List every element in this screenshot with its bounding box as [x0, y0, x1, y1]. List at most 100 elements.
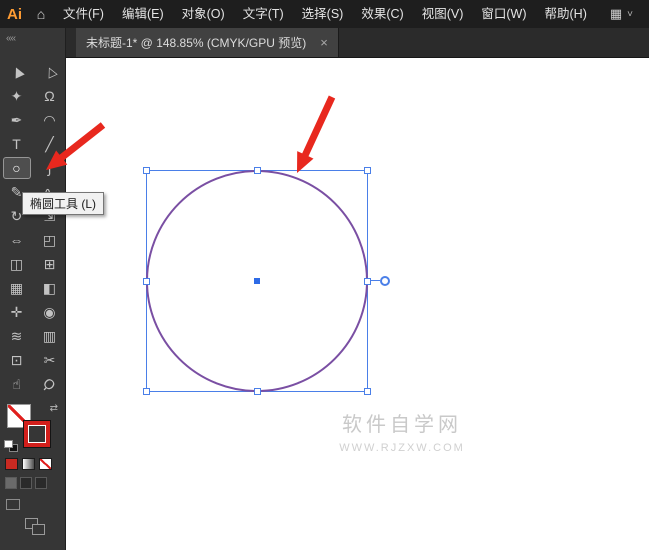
width-tool-button[interactable]: ⇔	[3, 229, 31, 251]
perspective-grid-icon: ⊞	[43, 256, 56, 272]
stroke-swatch[interactable]	[24, 421, 50, 447]
selection-tool-button[interactable]: ▶	[3, 61, 31, 83]
symbol-sprayer-icon: ≋	[10, 328, 23, 344]
slice-tool-button[interactable]: ✂	[36, 349, 64, 371]
eyedropper-tool-button[interactable]: ✛	[3, 301, 31, 323]
close-icon[interactable]: ×	[320, 35, 328, 50]
document-tab-title: 未标题-1* @ 148.85% (CMYK/GPU 预览)	[86, 36, 307, 50]
mesh-icon: ▦	[9, 280, 24, 296]
menu-file[interactable]: 文件(F)	[54, 0, 113, 28]
rotate-icon: ↻	[10, 208, 23, 224]
mesh-tool-button[interactable]: ▦	[3, 277, 31, 299]
lasso-icon: Ω	[44, 88, 55, 104]
tools-panel-header: ««	[0, 28, 65, 60]
handle-n[interactable]	[253, 167, 261, 174]
pen-tool-button[interactable]: ✒	[3, 109, 31, 131]
center-point[interactable]	[254, 278, 260, 284]
zoom-icon: Ϙ	[40, 374, 59, 394]
artboard-icon: ⊡	[10, 352, 23, 368]
artboard-tool-button[interactable]: ⊡	[3, 349, 31, 371]
pie-widget-handle[interactable]	[380, 276, 390, 286]
draw-behind-button[interactable]	[20, 477, 32, 489]
artboard-canvas[interactable]: 软件自学网 WWW.RJZXW.COM	[66, 58, 649, 550]
handle-se[interactable]	[364, 388, 371, 395]
menu-window[interactable]: 窗口(W)	[472, 0, 535, 28]
illustrator-window: Ai ⌂ 文件(F) 编辑(E) 对象(O) 文字(T) 选择(S) 效果(C)…	[0, 0, 649, 550]
hand-icon: ☝	[12, 376, 21, 392]
document-tab[interactable]: 未标题-1* @ 148.85% (CMYK/GPU 预览) ×	[76, 28, 339, 57]
menu-edit[interactable]: 编辑(E)	[113, 0, 173, 28]
tooltip-text: 椭圆工具 (L)	[30, 197, 97, 211]
blend-icon: ◉	[43, 304, 56, 320]
document-tab-bar: 未标题-1* @ 148.85% (CMYK/GPU 预览) ×	[66, 28, 649, 58]
draw-normal-button[interactable]	[5, 477, 17, 489]
zoom-tool-button[interactable]: Ϙ	[36, 373, 64, 395]
line-segment-icon: ╱	[45, 136, 54, 152]
collapse-panel-icon[interactable]: ««	[6, 33, 16, 44]
default-fill-stroke-button[interactable]	[4, 440, 18, 452]
paintbrush-tool-button[interactable]: ʃ	[36, 157, 64, 179]
fill-stroke-controls: ⇄	[0, 402, 65, 454]
handle-w[interactable]	[143, 277, 150, 285]
screen-mode-button[interactable]	[6, 499, 20, 510]
home-icon[interactable]: ⌂	[28, 6, 54, 22]
selection-bounding-box	[143, 167, 390, 395]
perspective-grid-tool-button[interactable]: ⊞	[36, 253, 64, 275]
menu-type[interactable]: 文字(T)	[234, 0, 293, 28]
line-segment-tool-button[interactable]: ╱	[36, 133, 64, 155]
edit-toolbar-button[interactable]	[25, 518, 47, 536]
watermark: 软件自学网 WWW.RJZXW.COM	[318, 408, 486, 454]
menu-select[interactable]: 选择(S)	[293, 0, 353, 28]
gradient-icon: ◧	[42, 280, 57, 296]
app-logo: Ai	[7, 5, 22, 23]
free-transform-tool-button[interactable]: ◰	[36, 229, 64, 251]
magic-wand-icon: ✦	[10, 88, 23, 104]
paintbrush-icon: ʃ	[47, 160, 52, 176]
swap-fill-stroke-icon[interactable]: ⇄	[50, 403, 58, 414]
handle-ne[interactable]	[364, 167, 371, 174]
pie-widget-line	[370, 280, 380, 281]
none-button[interactable]	[39, 458, 52, 470]
paint-style-buttons	[0, 454, 65, 470]
default-fill-mini	[4, 440, 13, 448]
workspace-grid-icon: ▦	[609, 6, 623, 21]
chevron-down-icon: ˅	[627, 8, 633, 20]
menu-bar: Ai ⌂ 文件(F) 编辑(E) 对象(O) 文字(T) 选择(S) 效果(C)…	[0, 0, 649, 28]
magic-wand-tool-button[interactable]: ✦	[3, 85, 31, 107]
direct-selection-arrow-icon: ▷	[40, 64, 59, 80]
handle-s[interactable]	[253, 388, 261, 395]
workspace-switcher-button[interactable]: ▦ ˅	[610, 6, 649, 22]
menu-object[interactable]: 对象(O)	[173, 0, 234, 28]
curvature-tool-button[interactable]: ◠	[36, 109, 64, 131]
symbol-sprayer-tool-button[interactable]: ≋	[3, 325, 31, 347]
menu-view[interactable]: 视图(V)	[413, 0, 473, 28]
column-graph-tool-button[interactable]: ▥	[36, 325, 64, 347]
handle-e[interactable]	[364, 277, 371, 285]
width-tool-icon: ⇔	[9, 232, 24, 248]
eyedropper-icon: ✛	[10, 304, 23, 320]
direct-selection-tool-button[interactable]: ▷	[36, 61, 64, 83]
handle-sw[interactable]	[143, 388, 150, 395]
shape-builder-icon: ◫	[9, 256, 24, 272]
type-tool-button[interactable]: T	[3, 133, 31, 155]
lasso-tool-button[interactable]: Ω	[36, 85, 64, 107]
shape-builder-tool-button[interactable]: ◫	[3, 253, 31, 275]
type-icon: T	[12, 136, 21, 152]
pencil-icon: ✎	[10, 184, 23, 200]
watermark-url: WWW.RJZXW.COM	[339, 442, 465, 454]
draw-inside-button[interactable]	[35, 477, 47, 489]
menu-effect[interactable]: 效果(C)	[352, 0, 412, 28]
ellipse-tool-button[interactable]: ○	[2, 157, 31, 179]
curvature-icon: ◠	[43, 112, 56, 128]
handle-nw[interactable]	[143, 167, 150, 174]
menu-help[interactable]: 帮助(H)	[536, 0, 596, 28]
tooltip: 椭圆工具 (L)	[22, 192, 105, 215]
pen-icon: ✒	[10, 112, 23, 128]
gradient-button[interactable]	[22, 458, 35, 470]
color-button[interactable]	[5, 458, 18, 470]
hand-tool-button[interactable]: ☝	[3, 373, 31, 395]
gradient-tool-button[interactable]: ◧	[36, 277, 64, 299]
drawing-mode-buttons	[0, 470, 65, 489]
blend-tool-button[interactable]: ◉	[36, 301, 64, 323]
square-front-icon	[32, 524, 45, 535]
